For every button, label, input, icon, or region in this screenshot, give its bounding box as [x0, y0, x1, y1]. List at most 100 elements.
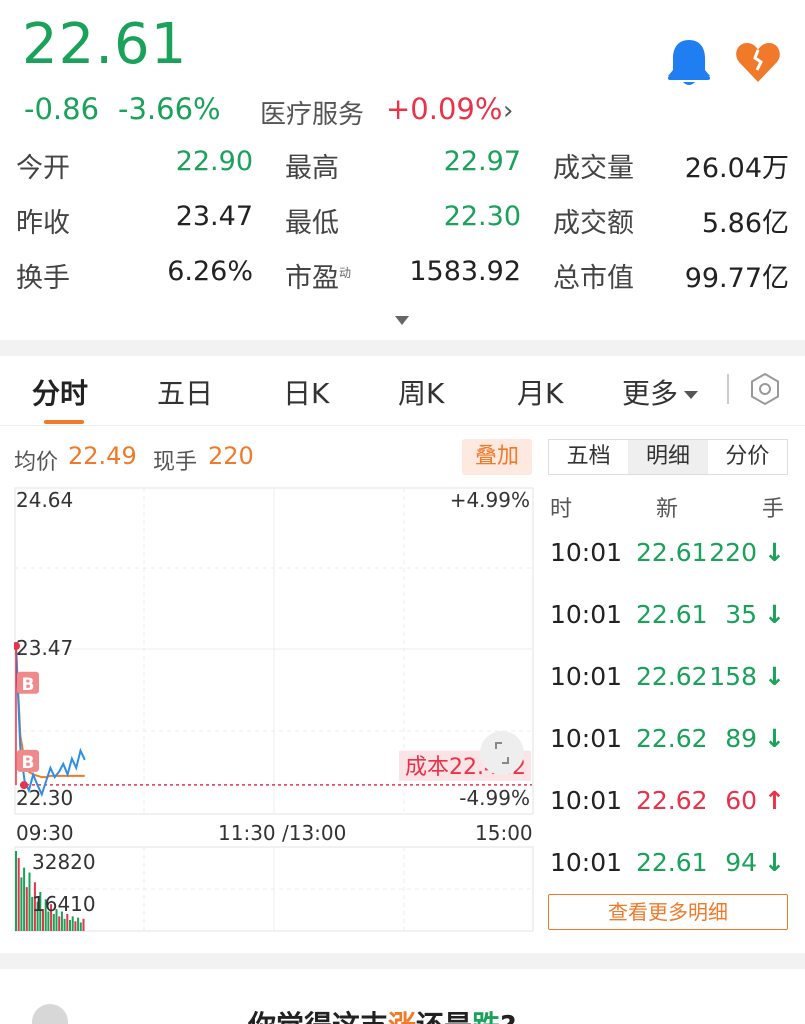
tick-price: 22.61 — [636, 848, 708, 877]
volume-axis-label: 16410 — [32, 892, 96, 916]
tick-time: 10:01 — [550, 538, 623, 567]
stat-label: 最高 — [285, 153, 339, 184]
poll-section: 你觉得这支涨还是跌? — [0, 970, 805, 1024]
volume-bar — [23, 867, 26, 931]
volume-bar — [69, 920, 71, 931]
tab-more[interactable]: 更多 — [622, 372, 699, 412]
volume-bar — [52, 913, 55, 931]
current-hand-value: 220 — [208, 442, 254, 470]
segment-price-volume[interactable]: 分价 — [708, 440, 787, 474]
tab-weekly-k[interactable]: 周K — [398, 372, 444, 412]
bell-icon[interactable] — [664, 36, 714, 88]
close-icon[interactable] — [32, 1004, 68, 1024]
y-axis-label: 22.30 — [16, 786, 73, 810]
avg-price-label: 均价 — [14, 450, 59, 475]
volume-bar — [63, 918, 66, 931]
section-divider-bottom — [0, 953, 805, 969]
tick-row: 10:01 22.62 60 ↑ — [548, 786, 793, 826]
volume-bar — [17, 857, 20, 931]
segment-tick-detail[interactable]: 明细 — [628, 440, 708, 474]
overlay-button[interactable]: 叠加 — [462, 439, 532, 475]
stat-value: 1583.92 — [409, 256, 521, 287]
price-change-pct: -3.66% — [118, 92, 221, 126]
tick-direction-icon: ↓ — [764, 724, 785, 753]
stat-value: 22.90 — [175, 146, 253, 177]
intraday-chart[interactable]: 24.6423.4722.30+4.99%-4.99%成本22.422BB328… — [14, 487, 534, 933]
stat-row: 换手 6.26% 市盈动 1583.92 总市值 99.77亿 — [0, 256, 805, 311]
stats-grid: 今开 22.90 最高 22.97 成交量 26.04万 昨收 23.47 最低 22.30 成交额… — [0, 146, 805, 311]
sector-link[interactable]: 医疗服务 — [260, 94, 364, 131]
tab-daily-k[interactable]: 日K — [283, 372, 329, 412]
tick-price: 22.62 — [636, 724, 708, 753]
tab-five-day[interactable]: 五日 — [157, 372, 213, 412]
tick-time: 10:01 — [550, 600, 623, 629]
poll-text-pre: 你觉得这支 — [248, 1009, 388, 1024]
tick-price: 22.62 — [636, 786, 708, 815]
poll-question: 你觉得这支涨还是跌? — [248, 1004, 516, 1024]
volume-bar — [71, 916, 74, 931]
stat-label: 换手 — [16, 263, 70, 294]
stat-label-superscript: 动 — [339, 266, 352, 280]
volume-bar — [25, 887, 28, 931]
tab-more-label: 更多 — [622, 377, 679, 410]
caret-down-icon — [684, 391, 699, 399]
tick-time: 10:01 — [550, 848, 623, 877]
expand-down-icon[interactable] — [395, 316, 409, 325]
poll-up-word[interactable]: 涨 — [388, 1009, 416, 1024]
tick-time: 10:01 — [550, 662, 623, 691]
stat-row: 今开 22.90 最高 22.97 成交量 26.04万 — [0, 146, 805, 201]
trade-marker-letter: B — [22, 753, 35, 773]
stat-value: 22.30 — [443, 201, 521, 232]
section-divider — [0, 340, 805, 356]
stat-value: 99.77亿 — [684, 263, 789, 294]
stat-label: 昨收 — [16, 208, 70, 239]
chevron-right-icon[interactable]: › — [503, 96, 513, 126]
view-more-detail-button[interactable]: 查看更多明细 — [548, 894, 788, 930]
volume-bar — [79, 922, 82, 931]
tick-volume: 35 — [725, 600, 757, 629]
pct-axis-label: +4.99% — [450, 488, 530, 512]
tick-direction-icon: ↓ — [764, 848, 785, 877]
volume-bar — [15, 851, 17, 931]
poll-text-end: ? — [500, 1009, 516, 1024]
tick-price: 22.62 — [636, 662, 708, 691]
tick-volume: 60 — [725, 786, 757, 815]
volume-bar — [28, 872, 31, 931]
stat-label: 成交量 — [553, 153, 634, 184]
volume-bar — [77, 917, 80, 931]
tick-volume: 94 — [725, 848, 757, 877]
tick-volume: 220 — [709, 538, 757, 567]
settings-hexagon-icon[interactable] — [748, 372, 782, 406]
poll-text-mid: 还是 — [416, 1009, 472, 1024]
tick-row: 10:01 22.62 89 ↓ — [548, 724, 793, 764]
current-hand-label: 现手 — [153, 450, 198, 475]
tick-time: 10:01 — [550, 786, 623, 815]
tick-volume: 89 — [725, 724, 757, 753]
stat-value: 22.97 — [443, 146, 521, 177]
active-tab-indicator — [44, 420, 84, 424]
detail-header-time: 时 — [550, 497, 573, 522]
y-axis-label: 23.47 — [16, 636, 73, 660]
poll-down-word[interactable]: 跌 — [472, 1009, 500, 1024]
volume-axis-label: 32820 — [32, 850, 96, 874]
fullscreen-button-bg — [480, 731, 524, 775]
y-axis-label: 24.64 — [16, 488, 73, 512]
stat-label: 最低 — [285, 208, 339, 239]
tab-intraday[interactable]: 分时 — [32, 372, 88, 412]
detail-segment-control: 五档 明细 分价 — [548, 439, 788, 475]
pct-axis-label: -4.99% — [459, 786, 530, 810]
chart-tabs: 分时 五日 日K 周K 月K 更多 — [0, 356, 805, 426]
volume-bar — [58, 916, 61, 931]
tick-volume: 158 — [709, 662, 757, 691]
heart-favorite-icon[interactable] — [734, 40, 782, 84]
segment-order-book[interactable]: 五档 — [549, 440, 628, 474]
stat-value: 5.86亿 — [701, 208, 789, 239]
tab-divider — [727, 374, 729, 404]
tab-monthly-k[interactable]: 月K — [517, 372, 563, 412]
volume-bar — [20, 877, 23, 931]
tick-time: 10:01 — [550, 724, 623, 753]
sector-change-pct[interactable]: +0.09% — [386, 92, 502, 126]
stat-row: 昨收 23.47 最低 22.30 成交额 5.86亿 — [0, 201, 805, 256]
tick-row: 10:01 22.61 94 ↓ — [548, 848, 793, 888]
x-label-close: 15:00 — [475, 821, 533, 845]
